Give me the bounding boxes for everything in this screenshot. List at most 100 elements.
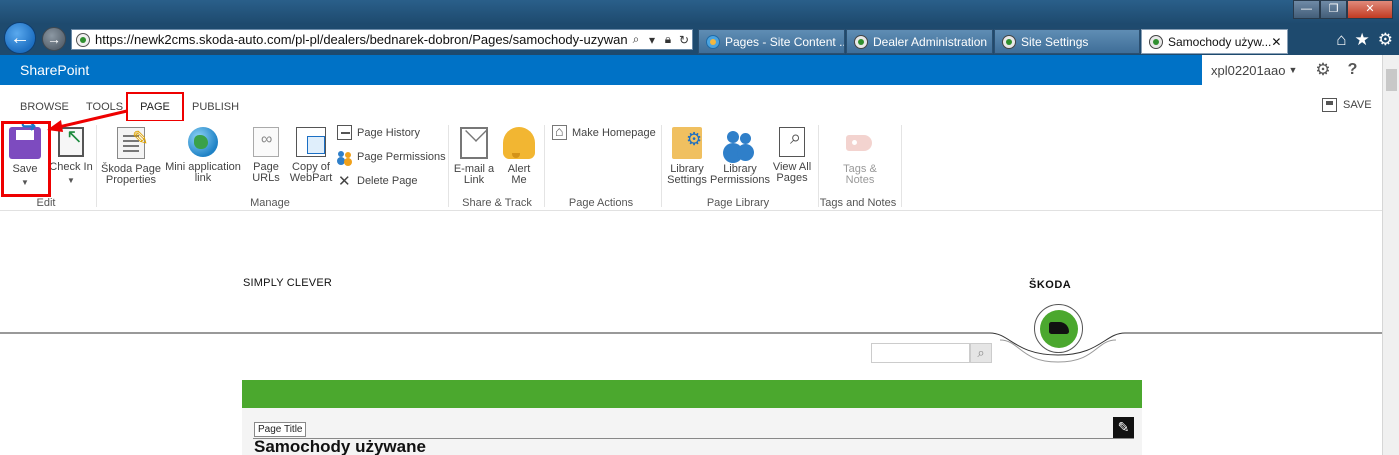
tag-icon [844,127,876,159]
back-button[interactable]: ← [4,22,36,54]
search-icon[interactable]: ⌕ [628,32,644,47]
library-settings-button[interactable]: Library Settings [667,127,707,186]
page-permissions-button[interactable]: Page Permissions [337,149,446,164]
tab-tools[interactable]: TOOLS [86,101,123,113]
view-pages-icon [779,127,805,157]
page-history-label: Page History [357,126,420,139]
site-search-input[interactable] [871,343,970,363]
bell-icon [503,127,535,159]
group-label-share-track: Share & Track [462,197,532,209]
close-tab-icon[interactable]: ✕ [1271,35,1281,49]
edit-pencil-icon[interactable]: ✎ [1113,417,1134,438]
tags-label-2: Notes [845,174,875,186]
address-url[interactable]: https://newk2cms.skoda-auto.com/pl-pl/de… [95,32,628,47]
tab-label: Dealer Administration [873,34,988,49]
tab-browse[interactable]: BROWSE [20,101,69,113]
group-divider [818,125,819,207]
settings-gear-icon[interactable]: ⚙ [1315,60,1330,80]
browser-tab-samochody[interactable]: Samochody używ... ✕ [1141,29,1288,54]
tab-label: Site Settings [1021,34,1089,49]
user-menu[interactable]: xpl02201aao [1211,63,1285,78]
home-icon[interactable]: ⌂ [1336,30,1346,50]
check-in-label: Check In [49,161,93,173]
group-divider [901,125,902,207]
arrow-left-icon: ← [10,26,30,49]
view-all-pages-button[interactable]: View All Pages [772,127,812,184]
browser-tab-pages[interactable]: Pages - Site Content ... [698,29,845,54]
tab-page[interactable]: PAGE [126,92,184,122]
page-title[interactable]: Samochody używane [254,437,426,455]
ribbon-tab-strip: BROWSE TOOLS PUBLISH [0,85,1382,121]
arrow-right-icon: → [47,31,61,47]
save-link-label: SAVE [1343,99,1372,111]
delete-page-button[interactable]: Delete Page [337,172,418,190]
lock-icon: 🔒︎ [664,32,672,46]
browser-tab-dealer-admin[interactable]: Dealer Administration [846,29,993,54]
mini-app-label-2: link [194,172,212,184]
page-history-button[interactable]: Page History [337,125,420,140]
search-button[interactable]: ⌕ [970,343,992,363]
delete-page-label: Delete Page [357,174,418,187]
lib-settings-label-2: Settings [667,174,707,186]
skoda-page-properties-button[interactable]: Škoda Page Properties [100,127,162,186]
close-window-button[interactable]: ✕ [1347,0,1393,19]
tab-page-label: PAGE [140,101,170,113]
vertical-scrollbar[interactable] [1382,55,1399,455]
user-area: xpl02201aao ▼ ⚙ ? [1202,55,1399,85]
brand-slogan: SIMPLY CLEVER [243,277,333,289]
group-label-edit: Edit [36,197,56,209]
tools-gear-icon[interactable]: ⚙ [1378,30,1393,50]
library-permissions-button[interactable]: Library Permissions [710,127,770,186]
delete-x-icon [337,172,352,190]
history-icon [337,125,352,140]
ie-icon [706,34,720,49]
link-icon [253,127,279,157]
browser-tab-site-settings[interactable]: Site Settings [994,29,1140,54]
search-icon: ⌕ [977,345,985,360]
save-button[interactable]: Save ▼ [8,121,42,188]
green-nav-band [242,380,1142,408]
site-favicon-icon [76,32,90,47]
check-in-button[interactable]: Check In ▼ [49,127,93,186]
window-controls: — ❐ ✕ [1293,0,1393,20]
group-divider [661,125,662,207]
forward-button[interactable]: → [42,27,66,51]
group-divider [448,125,449,207]
email-label-2: Link [463,174,485,186]
help-icon[interactable]: ? [1348,61,1358,79]
email-link-button[interactable]: E-mail a Link [452,127,496,186]
group-divider [96,125,97,207]
group-label-tags-notes: Tags and Notes [819,197,897,209]
save-link[interactable]: SAVE [1322,98,1372,112]
mini-application-link-button[interactable]: Mini application link [163,127,243,184]
alert-label-2: Me [511,174,527,186]
favorites-star-icon[interactable]: ★ [1355,30,1370,50]
copy-webpart-label-2: WebPart [289,172,333,184]
permissions-people-icon [337,149,352,164]
tags-notes-button[interactable]: Tags & Notes [835,127,885,186]
dropdown-icon[interactable]: ▾ [644,33,660,47]
alert-me-button[interactable]: Alert Me [501,127,537,186]
view-all-label-2: Pages [776,172,808,184]
scrollbar-thumb[interactable] [1386,69,1397,91]
make-homepage-label: Make Homepage [572,126,656,139]
lib-permissions-label-2: Permissions [710,174,770,186]
chevron-down-icon[interactable]: ▼ [1288,65,1297,75]
page-urls-label-2: URLs [252,172,280,184]
skoda-logo[interactable] [1034,304,1083,353]
minimize-button[interactable]: — [1293,0,1320,19]
tab-publish[interactable]: PUBLISH [192,101,239,113]
page-title-field-label: Page Title [254,422,307,437]
library-permissions-icon [724,127,756,159]
make-homepage-button[interactable]: Make Homepage [552,123,656,140]
page-properties-label-2: Properties [105,174,157,186]
sharepoint-title[interactable]: SharePoint [20,62,89,78]
group-label-page-library: Page Library [706,197,770,209]
refresh-icon[interactable]: ↻ [676,33,692,47]
skoda-arrow-logo-icon [1039,309,1078,348]
copy-of-webpart-button[interactable]: Copy of WebPart [288,127,334,184]
address-bar[interactable]: https://newk2cms.skoda-auto.com/pl-pl/de… [71,29,693,50]
browser-title-strip [0,0,1399,24]
page-urls-button[interactable]: Page URLs [250,127,282,184]
restore-button[interactable]: ❐ [1320,0,1347,19]
